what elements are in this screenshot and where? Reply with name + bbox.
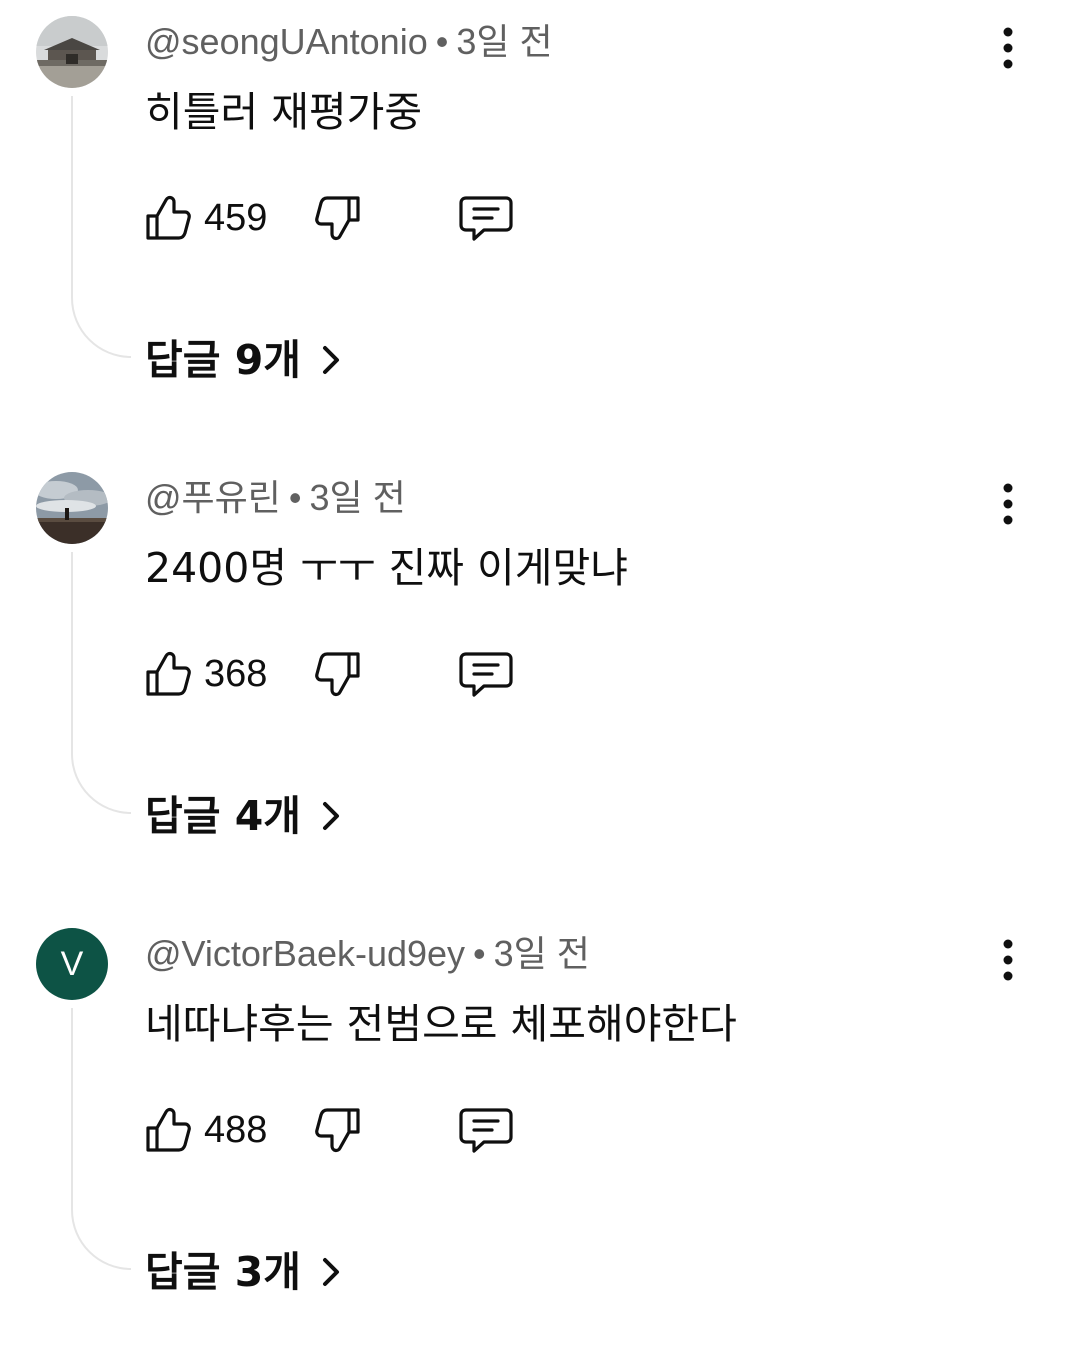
- comment-time: 3일 전: [456, 21, 553, 62]
- thumbs-up-icon[interactable]: [140, 190, 196, 246]
- meta-separator: •: [473, 933, 486, 974]
- comment-icon[interactable]: [456, 646, 516, 702]
- meta-separator: •: [435, 21, 449, 62]
- comment-meta: @푸유린 • 3일 전: [145, 474, 406, 522]
- replies-label: 답글 9개: [145, 336, 301, 384]
- view-replies-button[interactable]: 답글 4개: [145, 786, 345, 846]
- comment-meta: @seongUAntonio • 3일 전: [145, 18, 553, 66]
- replies-label: 답글 3개: [145, 1248, 301, 1296]
- meta-separator: •: [288, 477, 302, 518]
- comment-meta: @VictorBaek-ud9ey • 3일 전: [145, 930, 590, 978]
- thread-line: [71, 1008, 131, 1270]
- thumbs-down-icon[interactable]: [310, 1102, 366, 1158]
- comment-actions: 368: [140, 642, 560, 706]
- thumbs-down-icon[interactable]: [310, 190, 366, 246]
- like-count: 488: [204, 1109, 268, 1151]
- comment-icon[interactable]: [456, 190, 516, 246]
- author-handle[interactable]: @푸유린: [145, 477, 281, 518]
- more-vert-icon[interactable]: [990, 480, 1026, 528]
- comment-actions: 488: [140, 1098, 560, 1162]
- chevron-right-icon: [322, 346, 339, 374]
- thread-line: [71, 96, 131, 358]
- chevron-right-icon: [322, 1258, 339, 1286]
- author-handle[interactable]: @seongUAntonio: [145, 21, 428, 62]
- thread-line: [71, 552, 131, 814]
- like-count: 368: [204, 653, 268, 695]
- thumbs-down-icon[interactable]: [310, 646, 366, 702]
- comment-time: 3일 전: [493, 933, 590, 974]
- comment-icon[interactable]: [456, 1102, 516, 1158]
- more-vert-icon[interactable]: [990, 24, 1026, 72]
- comment-time: 3일 전: [309, 477, 406, 518]
- comment-text: 네따냐후는 전범으로 체포해야한다: [145, 1000, 737, 1048]
- avatar[interactable]: V: [36, 928, 108, 1000]
- thumbs-up-icon[interactable]: [140, 1102, 196, 1158]
- more-vert-icon[interactable]: [990, 936, 1026, 984]
- comment-actions: 459: [140, 186, 560, 250]
- chevron-right-icon: [322, 802, 339, 830]
- replies-label: 답글 4개: [145, 792, 301, 840]
- comment-item: V @VictorBaek-ud9ey • 3일 전 네따냐후는 전범으로 체포해야…: [0, 912, 1080, 1368]
- view-replies-button[interactable]: 답글 3개: [145, 1242, 345, 1302]
- comment-text: 2400명 ㅜㅜ 진짜 이게맞냐: [145, 544, 628, 592]
- avatar[interactable]: [36, 472, 108, 544]
- comment-item: @seongUAntonio • 3일 전 히틀러 재평가중 459 답글 9개: [0, 0, 1080, 456]
- thumbs-up-icon[interactable]: [140, 646, 196, 702]
- author-handle[interactable]: @VictorBaek-ud9ey: [145, 933, 465, 974]
- avatar[interactable]: [36, 16, 108, 88]
- view-replies-button[interactable]: 답글 9개: [145, 330, 345, 390]
- comment-item: @푸유린 • 3일 전 2400명 ㅜㅜ 진짜 이게맞냐 368 답글 4개: [0, 456, 1080, 912]
- like-count: 459: [204, 197, 268, 239]
- comment-text: 히틀러 재평가중: [145, 88, 423, 136]
